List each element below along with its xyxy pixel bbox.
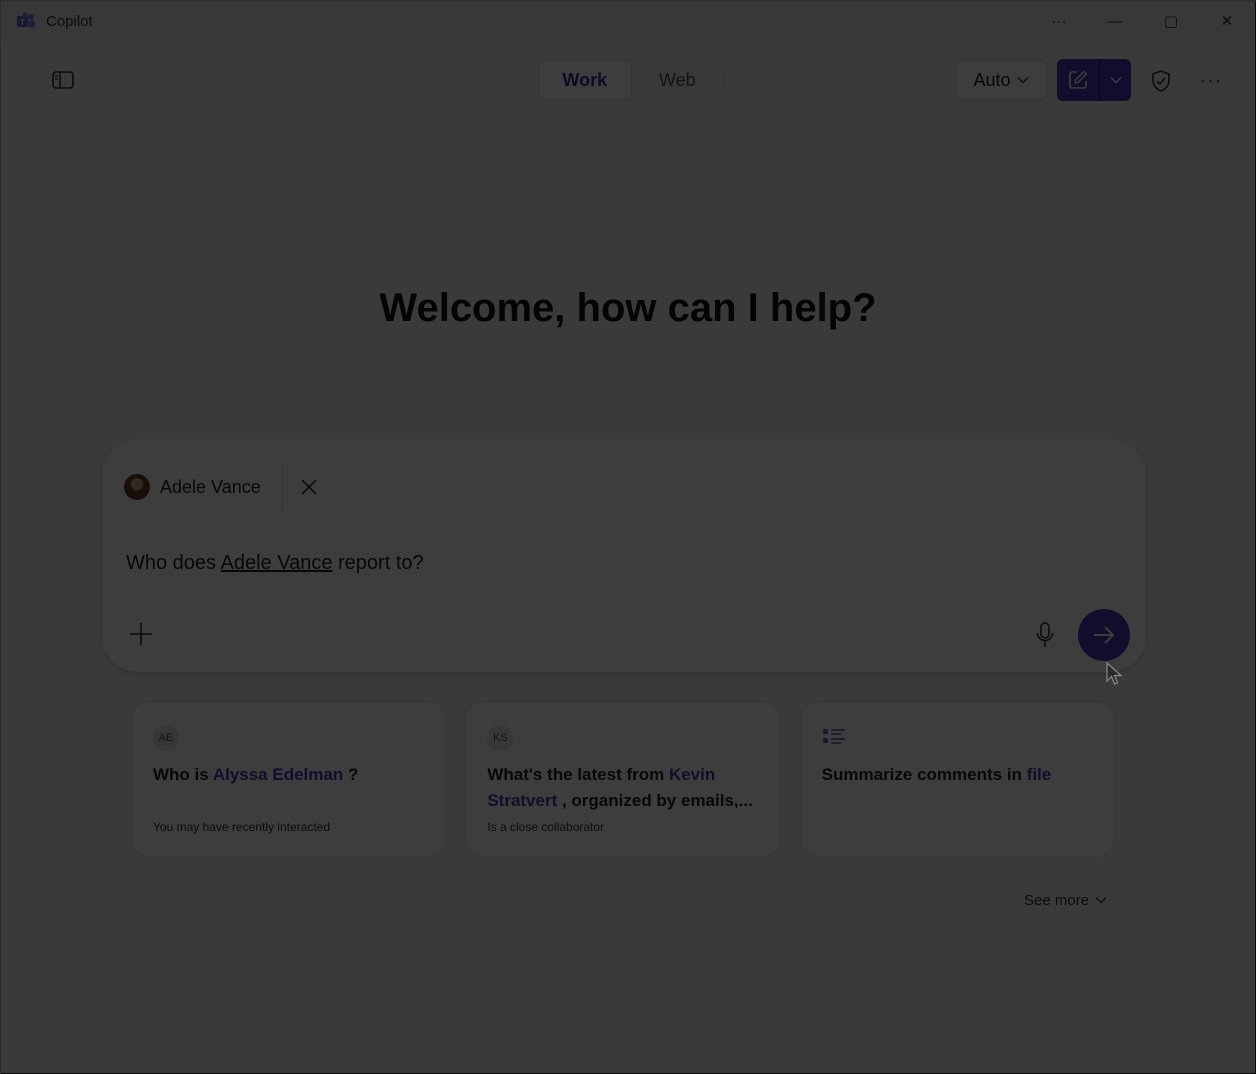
window-controls: ··· — ▢ ✕: [1031, 1, 1255, 41]
mouse-cursor-icon: [1106, 661, 1123, 685]
suggestion-text: , organized by emails,...: [557, 791, 753, 810]
initials-badge: AE: [153, 725, 179, 751]
suggestion-text: What's the latest from: [487, 765, 669, 784]
tab-work[interactable]: Work: [539, 61, 632, 99]
chevron-down-icon: [1017, 77, 1029, 84]
new-chat-split-button: [1057, 59, 1131, 101]
suggestion-hint: Is a close collaborator: [487, 820, 605, 834]
welcome-heading: Welcome, how can I help?: [379, 286, 877, 330]
mention-chip-name: Adele Vance: [160, 476, 261, 497]
prompt-mention: Adele Vance: [220, 552, 333, 574]
work-web-switch: Work Web: [538, 60, 724, 100]
chip-divider: [282, 461, 283, 511]
suggestion-card[interactable]: KS What's the latest from Kevin Stratver…: [465, 701, 781, 857]
titlebar-more-button[interactable]: ···: [1031, 1, 1087, 41]
copilot-window: T Copilot ··· — ▢ ✕ Work Web Auto ··· We…: [0, 0, 1256, 1074]
compose-icon: [1069, 70, 1088, 89]
arrow-right-icon: [1094, 626, 1115, 644]
add-attachment-plus-icon[interactable]: [126, 619, 156, 649]
chevron-down-icon: [1109, 76, 1122, 84]
svg-text:T: T: [20, 18, 25, 27]
new-chat-dropdown-button[interactable]: [1100, 59, 1131, 101]
suggestion-link[interactable]: Alyssa Edelman: [213, 765, 343, 784]
prompt-input[interactable]: Who does Adele Vance report to?: [126, 552, 424, 575]
suggestion-title: Who is Alyssa Edelman ?: [153, 762, 431, 788]
maximize-button[interactable]: ▢: [1143, 1, 1199, 41]
suggestion-card[interactable]: AE Who is Alyssa Edelman ? You may have …: [131, 701, 447, 857]
chat-composer: Adele Vance Who does Adele Vance report …: [102, 439, 1146, 672]
sidebar-toggle-icon[interactable]: [49, 68, 77, 92]
suggestion-card[interactable]: Summarize comments in file: [799, 701, 1115, 857]
microphone-icon[interactable]: [1030, 619, 1060, 651]
suggestion-text: ?: [343, 765, 359, 784]
initials-badge: KS: [487, 725, 514, 751]
send-button[interactable]: [1078, 609, 1130, 661]
protection-shield-icon[interactable]: [1147, 67, 1175, 95]
suggestion-title: Summarize comments in file: [822, 762, 1100, 788]
teams-app-icon: T: [16, 11, 36, 31]
new-chat-button[interactable]: [1057, 59, 1099, 101]
close-window-button[interactable]: ✕: [1199, 1, 1255, 41]
see-more-button[interactable]: See more: [1024, 889, 1107, 911]
app-title: Copilot: [46, 12, 93, 30]
model-select-label: Auto: [973, 69, 1011, 90]
suggestion-title: What's the latest from Kevin Stratvert ,…: [487, 762, 765, 814]
suggestion-hint: You may have recently interacted: [153, 820, 330, 834]
prompt-prefix: Who does: [126, 552, 221, 574]
minimize-button[interactable]: —: [1087, 1, 1143, 41]
mention-chip: Adele Vance: [124, 459, 261, 515]
suggestion-link[interactable]: file: [1027, 765, 1052, 784]
suggestion-text: Who is: [153, 765, 213, 784]
tab-web[interactable]: Web: [632, 61, 724, 99]
title-bar: T Copilot ··· — ▢ ✕: [1, 1, 1255, 41]
suggestion-text: Summarize comments in: [821, 765, 1027, 784]
suggestion-cards: AE Who is Alyssa Edelman ? You may have …: [131, 701, 1115, 857]
chevron-down-icon: [1095, 897, 1107, 904]
more-options-button[interactable]: ···: [1197, 67, 1225, 95]
remove-mention-close-icon[interactable]: [294, 472, 324, 502]
model-select[interactable]: Auto: [955, 60, 1047, 100]
prompt-suffix: report to?: [332, 552, 424, 574]
toolbar: Work Web Auto ···: [1, 41, 1255, 121]
see-more-label: See more: [1024, 891, 1090, 909]
list-icon: [822, 729, 845, 744]
avatar: [124, 474, 150, 500]
